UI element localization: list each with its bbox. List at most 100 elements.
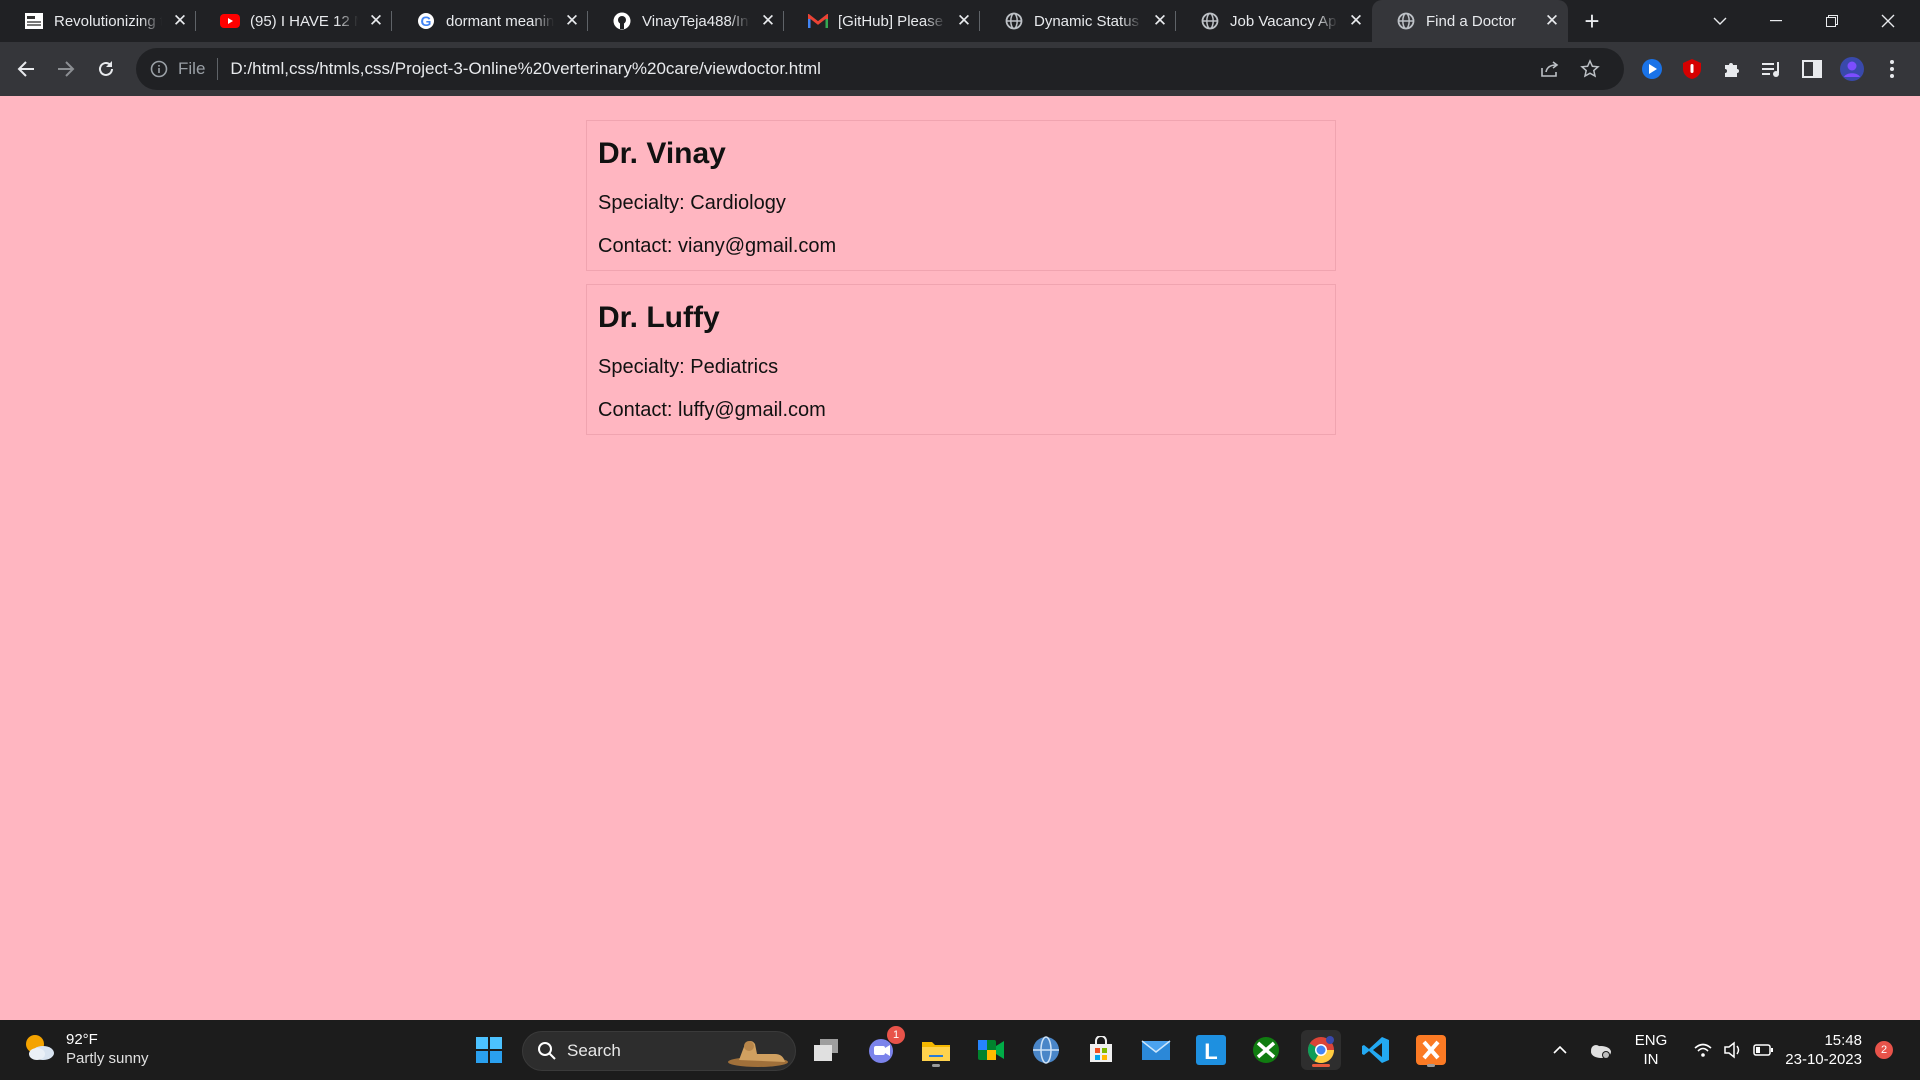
doctor-specialty: Specialty: Pediatrics: [598, 356, 779, 378]
share-icon[interactable]: [1532, 48, 1568, 90]
weather-widget[interactable]: 92°F Partly sunny: [22, 1030, 149, 1068]
taskbar-search[interactable]: Search: [522, 1031, 796, 1071]
tab-google-search[interactable]: G dormant meanin ✕: [392, 0, 588, 42]
google-icon: G: [416, 11, 436, 31]
tab-job-vacancy[interactable]: Job Vacancy App ✕: [1176, 0, 1372, 42]
bookmark-star-icon[interactable]: [1572, 48, 1608, 90]
tab-strip: Revolutionizing t ✕ (95) I HAVE 12 M ✕ G…: [0, 0, 1616, 42]
doctor-list: Dr. Vinay Specialty: Cardiology Contact:…: [586, 120, 1336, 448]
globe-icon: [1396, 11, 1416, 31]
tab-search-chevron-icon[interactable]: [1700, 0, 1740, 42]
tab-gmail[interactable]: [GitHub] Please v ✕: [784, 0, 980, 42]
svg-text:G: G: [421, 13, 432, 29]
system-tray-quick-settings[interactable]: [1683, 1030, 1783, 1070]
search-highlight-sphinx-icon: [727, 1036, 789, 1068]
tab-title: (95) I HAVE 12 M: [250, 12, 358, 30]
input-language[interactable]: ENG IN: [1628, 1031, 1674, 1069]
doctor-name: Dr. Luffy: [598, 301, 720, 334]
back-button[interactable]: [8, 51, 44, 87]
page-viewport: Dr. Vinay Specialty: Cardiology Contact:…: [0, 96, 1920, 1020]
teams-chat-icon[interactable]: 1: [861, 1026, 905, 1070]
reload-button[interactable]: [88, 51, 124, 87]
weather-temperature: 92°F: [66, 1031, 98, 1048]
tab-close-icon[interactable]: ✕: [758, 11, 778, 31]
forward-button[interactable]: [48, 51, 84, 87]
tab-find-a-doctor[interactable]: Find a Doctor ✕: [1372, 0, 1568, 42]
doctor-contact: Contact: viany@gmail.com: [598, 235, 837, 257]
doctor-card: Dr. Luffy Specialty: Pediatrics Contact:…: [586, 284, 1336, 435]
tab-close-icon[interactable]: ✕: [170, 11, 190, 31]
tab-title: Find a Doctor: [1426, 12, 1517, 30]
youtube-icon: [220, 11, 240, 31]
show-hidden-icons-chevron-icon[interactable]: [1542, 1030, 1578, 1070]
mail-icon[interactable]: [1136, 1030, 1176, 1070]
wifi-icon: [1693, 1042, 1713, 1058]
language-code: ENG: [1634, 1032, 1668, 1049]
extensions-puzzle-icon[interactable]: [1716, 53, 1748, 85]
side-panel-icon[interactable]: [1796, 53, 1828, 85]
clock-date: 23-10-2023: [1785, 1051, 1862, 1068]
vscode-icon[interactable]: [1356, 1030, 1396, 1070]
tab-title: VinayTeja488/Int: [642, 12, 750, 30]
file-explorer-icon[interactable]: [916, 1030, 956, 1070]
tab-close-icon[interactable]: ✕: [1542, 11, 1562, 31]
tab-title: Revolutionizing t: [54, 12, 162, 30]
l-app-icon[interactable]: L: [1191, 1030, 1231, 1070]
tab-youtube[interactable]: (95) I HAVE 12 M ✕: [196, 0, 392, 42]
restore-button[interactable]: [1812, 0, 1852, 42]
region-code: IN: [1643, 1051, 1659, 1068]
scheme-label: File: [178, 59, 206, 78]
onedrive-cloud-icon[interactable]: [1582, 1030, 1618, 1070]
gmail-icon: [808, 11, 828, 31]
tab-title: Dynamic Status U: [1034, 12, 1142, 30]
tab-revolutionizing[interactable]: Revolutionizing t ✕: [0, 0, 196, 42]
minimize-button[interactable]: [1756, 0, 1796, 42]
search-icon: [537, 1041, 557, 1061]
tab-close-icon[interactable]: ✕: [1346, 11, 1366, 31]
microsoft-store-icon[interactable]: [1081, 1030, 1121, 1070]
notification-badge[interactable]: 2: [1875, 1041, 1893, 1059]
media-queue-icon[interactable]: [1756, 53, 1788, 85]
new-tab-button[interactable]: +: [1568, 0, 1616, 42]
windows-taskbar: 92°F Partly sunny Search 1 L ENG IN 15:4…: [0, 1020, 1920, 1080]
tab-title: Job Vacancy App: [1230, 12, 1338, 30]
task-view-icon[interactable]: [806, 1030, 846, 1070]
chrome-icon[interactable]: [1301, 1030, 1341, 1070]
clock-time: 15:48: [1824, 1032, 1862, 1049]
search-label: Search: [567, 1041, 621, 1060]
globe-app-icon[interactable]: [1026, 1030, 1066, 1070]
tab-close-icon[interactable]: ✕: [1150, 11, 1170, 31]
tab-title: [GitHub] Please v: [838, 12, 946, 30]
clock[interactable]: 15:48 23-10-2023: [1778, 1031, 1862, 1069]
address-bar[interactable]: File D:/html,css/htmls,css/Project-3-Onl…: [136, 48, 1624, 90]
tab-close-icon[interactable]: ✕: [562, 11, 582, 31]
news-favicon-icon: [24, 11, 44, 31]
xbox-icon[interactable]: [1246, 1030, 1286, 1070]
info-icon[interactable]: [150, 60, 168, 78]
browser-title-bar: Revolutionizing t ✕ (95) I HAVE 12 M ✕ G…: [0, 0, 1920, 42]
doctor-card: Dr. Vinay Specialty: Cardiology Contact:…: [586, 120, 1336, 271]
url-text[interactable]: D:/html,css/htmls,css/Project-3-Online%2…: [230, 59, 820, 79]
tab-github[interactable]: VinayTeja488/Int ✕: [588, 0, 784, 42]
google-meet-icon[interactable]: [971, 1030, 1011, 1070]
svg-text:L: L: [1204, 1039, 1217, 1064]
partly-sunny-icon: [22, 1031, 56, 1068]
tab-dynamic-status[interactable]: Dynamic Status U ✕: [980, 0, 1176, 42]
doctor-contact: Contact: luffy@gmail.com: [598, 399, 826, 421]
profile-avatar-icon[interactable]: [1836, 53, 1868, 85]
xampp-icon[interactable]: [1411, 1030, 1451, 1070]
volume-icon: [1723, 1041, 1743, 1059]
start-button[interactable]: [469, 1030, 509, 1070]
tab-close-icon[interactable]: ✕: [954, 11, 974, 31]
extension-red-shield-icon[interactable]: [1676, 53, 1708, 85]
browser-menu-icon[interactable]: [1876, 53, 1908, 85]
battery-icon: [1753, 1044, 1773, 1056]
chat-badge: 1: [887, 1026, 905, 1044]
globe-icon: [1200, 11, 1220, 31]
doctor-specialty: Specialty: Cardiology: [598, 192, 786, 214]
github-icon: [612, 11, 632, 31]
globe-icon: [1004, 11, 1024, 31]
tab-close-icon[interactable]: ✕: [366, 11, 386, 31]
extension-blue-icon[interactable]: [1636, 53, 1668, 85]
close-window-button[interactable]: [1868, 0, 1908, 42]
